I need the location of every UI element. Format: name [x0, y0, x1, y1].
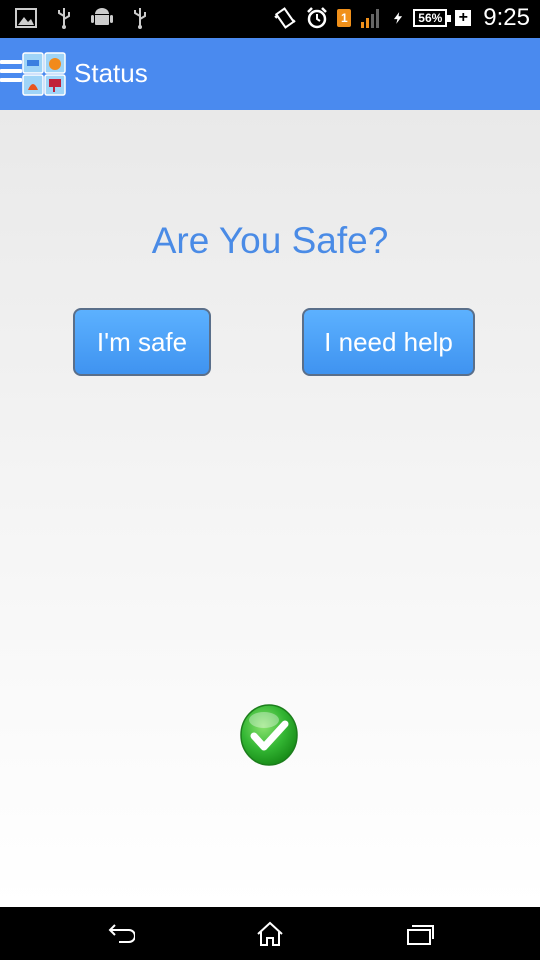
- status-bar-system: 1 56% + 9:25: [273, 4, 530, 32]
- usb-icon: [58, 8, 70, 29]
- plus-icon: +: [455, 10, 472, 26]
- need-help-button[interactable]: I need help: [302, 308, 475, 376]
- hamburger-icon[interactable]: [0, 60, 22, 86]
- image-icon: [15, 8, 37, 28]
- clock: 9:25: [483, 4, 530, 31]
- im-safe-button[interactable]: I'm safe: [73, 308, 211, 376]
- signal-icon: [361, 9, 380, 28]
- app-logo-icon[interactable]: [22, 52, 66, 96]
- status-bar: 1 56% + 9:25: [0, 0, 540, 38]
- recent-apps-icon[interactable]: [405, 921, 435, 947]
- battery-icon: 56%: [413, 9, 452, 27]
- checkmark-icon: [240, 704, 298, 766]
- page-title: Status: [74, 58, 148, 88]
- sim-icon: 1: [337, 9, 352, 27]
- main-content: Are You Safe? I'm safe I need help: [0, 110, 540, 907]
- alarm-icon: [307, 7, 328, 29]
- navigation-bar: [0, 907, 540, 960]
- android-icon: [91, 8, 113, 25]
- home-icon[interactable]: [255, 921, 285, 947]
- usb-icon: [134, 8, 146, 29]
- app-bar: Status: [0, 38, 540, 110]
- charging-icon: [394, 12, 403, 24]
- status-bar-notifications: [14, 6, 152, 30]
- vibrate-icon: [274, 7, 296, 29]
- back-icon[interactable]: [105, 921, 135, 947]
- safety-question: Are You Safe?: [151, 220, 389, 261]
